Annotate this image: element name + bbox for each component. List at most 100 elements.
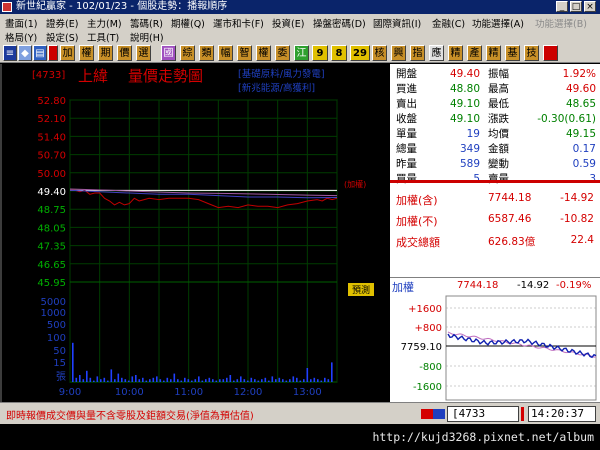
toolbar-button[interactable]: 基 (505, 45, 520, 61)
volume-bar (261, 379, 263, 382)
toolbar-screen-icon[interactable]: ▤ (33, 45, 47, 61)
menu-item[interactable]: 主力(M) (87, 16, 122, 30)
menu-item[interactable]: 金融(C) (432, 16, 465, 30)
index-value: 7744.18 (488, 192, 532, 204)
volume-bar (219, 379, 221, 382)
stock-name: 上緯 (78, 67, 108, 85)
quote-value: 48.80 (449, 82, 480, 95)
quote-label: 振幅 (488, 68, 509, 80)
price-axis: 52.80 52.10 51.40 50.70 50.00 49.40 48.75 48.05… (37, 96, 66, 289)
toolbar: ≡ ◆ ▤ 加 權 期 價 選 國 綜 類 幅 智 權 委 江 9 8 29 核… (0, 43, 600, 63)
toolbar-button[interactable]: 江 (294, 45, 309, 61)
forecast-label: 預測 (352, 284, 370, 296)
toolbar-nav-icon[interactable]: ◆ (18, 45, 32, 61)
mini-tick-label: -800 (419, 362, 442, 373)
volume-bar (75, 377, 78, 382)
volume-bar (163, 380, 165, 382)
menu-item[interactable]: 功能選擇(A) (472, 16, 524, 30)
quote-label: 買進 (396, 83, 417, 95)
volume-bar (86, 370, 88, 382)
toolbar-button[interactable]: 期 (98, 45, 113, 61)
menu-item[interactable]: 設定(S) (46, 30, 78, 44)
menu-item[interactable]: 格局(Y) (5, 30, 37, 44)
volume-bar (135, 375, 137, 382)
volume-bar (243, 379, 246, 382)
close-button[interactable]: × (584, 1, 596, 12)
volume-bar (194, 379, 197, 382)
quote-value: 1.92% (562, 67, 596, 80)
toolbar-button[interactable]: 幅 (218, 45, 233, 61)
time-tick-label: 9:00 (59, 387, 81, 398)
volume-bar (264, 377, 267, 382)
index-overlay-label: (加權) (344, 179, 366, 189)
code-input[interactable]: [4733 (447, 406, 519, 422)
toolbar-button[interactable]: 精 (486, 45, 501, 61)
toolbar-button[interactable]: 智 (237, 45, 252, 61)
menu-item[interactable]: 期權(Q) (171, 16, 205, 30)
window-title: 新世紀贏家 - 102/01/23 - 個股走勢：播報順序 (16, 1, 228, 12)
menu-item[interactable]: 操盤密碼(D) (313, 16, 366, 30)
quote-label: 金額 (488, 143, 509, 155)
toolbar-button[interactable]: 權 (79, 45, 94, 61)
menu-item[interactable]: 籌碼(R) (130, 16, 163, 30)
menu-item[interactable]: 投資(E) (272, 16, 304, 30)
index-label: 加權(不) (396, 215, 438, 228)
quote-value: 0.17 (572, 142, 596, 155)
volume-bar (236, 379, 239, 382)
menu-item[interactable]: 運市和卡(F) (213, 16, 264, 30)
volume-bar (100, 379, 102, 382)
quote-row: 昨量 589 變動 0.59 (390, 156, 600, 171)
volume-bar (131, 376, 134, 382)
toolbar-button[interactable]: 委 (275, 45, 290, 61)
quote-label: 開盤 (396, 68, 417, 80)
mini-chart-panel[interactable]: 加權 7744.18 -14.92 -0.19% +1600 +800 7759.1… (390, 278, 600, 402)
volume-bar (289, 379, 291, 382)
quote-label: 單量 (396, 128, 417, 140)
menu-item[interactable]: 工具(T) (87, 30, 119, 44)
time-tick-label: 12:00 (234, 387, 263, 398)
toolbar-button[interactable]: 29 (350, 45, 370, 61)
toolbar-button[interactable]: 指 (410, 45, 425, 61)
volume-tick-label: 張 (56, 371, 66, 383)
menu-item[interactable]: 證券(E) (46, 16, 78, 30)
toolbar-button[interactable]: 應 (429, 45, 444, 61)
toolbar-button[interactable]: 8 (331, 45, 347, 61)
maximize-button[interactable]: □ (570, 1, 582, 12)
toolbar-button[interactable]: 綜 (180, 45, 195, 61)
toolbar-button[interactable]: 加 (60, 45, 75, 61)
toolbar-button[interactable]: 類 (199, 45, 214, 61)
quote-label: 買量 (396, 173, 417, 185)
volume-tick-label: 50 (53, 346, 66, 357)
status-flag (433, 409, 445, 419)
toolbar-button[interactable]: 興 (391, 45, 406, 61)
volume-bar (96, 376, 99, 382)
volume-bar (170, 379, 172, 382)
volume-bar (215, 380, 218, 382)
menu-item[interactable]: 說明(H) (130, 30, 164, 44)
price-volume-chart[interactable]: [4733] 上緯 量價走勢圖 [基礎原料/風力發電] [新兆能源/高獲利] 5… (0, 64, 390, 402)
quote-label: 總量 (396, 143, 417, 155)
toolbar-button[interactable]: 國 (161, 45, 176, 61)
toolbar-button[interactable]: 價 (117, 45, 132, 61)
quote-label: 最低 (488, 98, 509, 110)
toolbar-button[interactable]: 選 (136, 45, 151, 61)
volume-tick-label: 100 (47, 333, 66, 344)
index-label: 加權(含) (396, 194, 438, 207)
price-tick-label: 51.40 (37, 132, 66, 143)
price-tick-label: 48.05 (37, 223, 66, 234)
menu-bar: 畫面(1) 證券(E) 主力(M) 籌碼(R) 期權(Q) 運市和卡(F) 投資… (0, 14, 600, 44)
volume-bar (240, 376, 242, 382)
menu-item[interactable]: 畫面(1) (5, 16, 37, 30)
menu-item[interactable]: 國際資訊(I) (373, 16, 421, 30)
toolbar-menu-icon[interactable]: ≡ (3, 45, 17, 61)
volume-bar (208, 377, 211, 382)
toolbar-button[interactable]: 技 (524, 45, 539, 61)
volume-bar (271, 376, 274, 382)
toolbar-button[interactable]: 核 (372, 45, 387, 61)
index-value: 626.83億 (488, 236, 536, 248)
minimize-button[interactable]: _ (556, 1, 568, 12)
toolbar-button[interactable]: 精 (448, 45, 463, 61)
toolbar-button[interactable]: 權 (256, 45, 271, 61)
toolbar-button[interactable]: 產 (467, 45, 482, 61)
toolbar-button[interactable]: 9 (312, 45, 328, 61)
